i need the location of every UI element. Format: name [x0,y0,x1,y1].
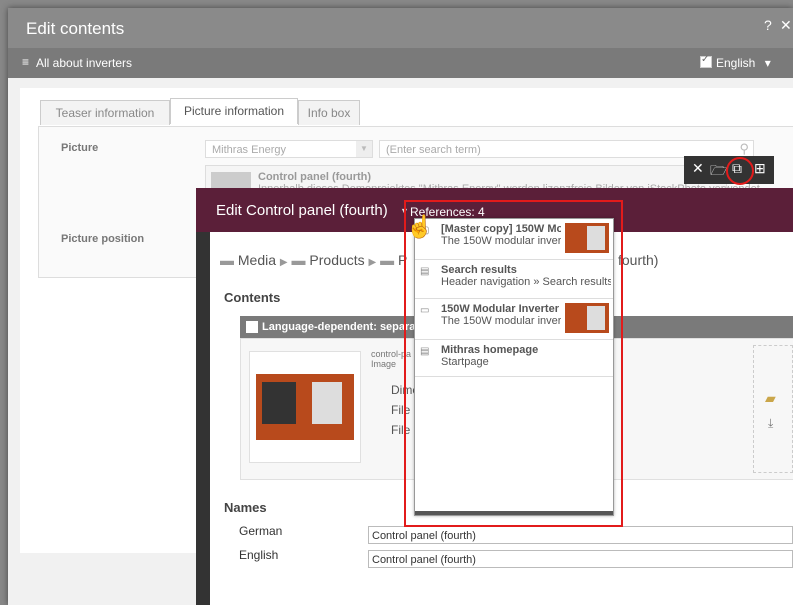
tab-picture-information[interactable]: Picture information [170,98,298,124]
folder-icon: ▬ [380,252,395,268]
breadcrumb-products[interactable]: Products [309,252,364,268]
language-selector[interactable]: English ▾ [700,54,771,70]
project-select[interactable]: Mithras Energy ▼ [205,140,373,158]
close-icon[interactable]: ✕ [780,17,792,34]
breadcrumb-media[interactable]: Media [238,252,276,268]
breadcrumb-current: fourth) [618,252,659,268]
language-dependent-label: Language-dependent: separate [262,321,426,333]
highlight-circle [726,157,754,185]
folder-icon: ▬ [220,252,234,268]
remove-icon[interactable]: ✕ [692,160,704,177]
picture-position-label: Picture position [61,233,145,245]
contents-heading: Contents [224,290,281,305]
file-type: Image [371,359,397,369]
language-label: English [716,56,756,70]
window-titlebar: Edit contents ? ✕ [8,8,793,48]
window-subbar: ≡ All about inverters English ▾ [8,48,793,78]
download-icon[interactable]: ⤓ [768,416,773,431]
german-name-input[interactable]: Control panel (fourth) [368,526,793,544]
upload-panel: ▰ ⤓ [753,345,793,473]
open-icon[interactable]: 🗁 [710,160,727,184]
tab-teaser-information[interactable]: Teaser information [40,100,170,125]
search-placeholder: (Enter search term) [386,144,481,156]
window-title: Edit contents [26,19,125,38]
hand-cursor-icon: ☝ [406,214,434,239]
german-label: German [239,524,283,538]
chevron-down-icon: ▾ [764,56,771,70]
node-name: All about inverters [36,56,133,70]
new-picture-icon[interactable]: ⊞ [754,160,766,177]
control-panel-image [256,374,354,440]
image-preview[interactable] [249,351,361,463]
names-heading: Names [224,500,267,515]
folder-icon: ▬ [291,252,306,268]
chevron-right-icon: ▶ [279,257,288,268]
editor-left-shadow [196,232,210,605]
editor-title: Edit Control panel (fourth) [216,202,388,219]
picture-label: Picture [61,142,99,154]
english-label: English [239,548,279,562]
highlight-rectangle [404,200,623,527]
english-name-input[interactable]: Control panel (fourth) [368,550,793,568]
chevron-right-icon: ▶ [368,257,377,268]
help-icon[interactable]: ? [764,17,772,33]
edit-icon[interactable]: ▰ [765,390,776,407]
tab-info-box[interactable]: Info box [298,100,360,125]
selected-picture-title: Control panel (fourth) [258,171,372,183]
breadcrumb: ▬ Media ▶ ▬ Products ▶ ▬ P [220,252,407,268]
language-checkbox[interactable] [700,54,712,68]
chevron-down-icon: ▼ [356,141,372,157]
menu-icon[interactable]: ≡ [22,55,29,69]
language-dependent-checkbox[interactable] [246,321,258,333]
project-select-value: Mithras Energy [212,144,286,156]
